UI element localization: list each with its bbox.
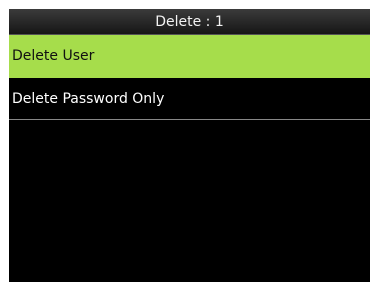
menu-item-delete-password-only[interactable]: Delete Password Only — [9, 78, 370, 120]
delete-menu: Delete User Delete Password Only — [9, 35, 370, 120]
page-title: Delete : 1 — [9, 9, 370, 35]
menu-item-delete-user[interactable]: Delete User — [9, 35, 370, 78]
device-screen: Delete : 1 Delete User Delete Password O… — [9, 9, 370, 282]
